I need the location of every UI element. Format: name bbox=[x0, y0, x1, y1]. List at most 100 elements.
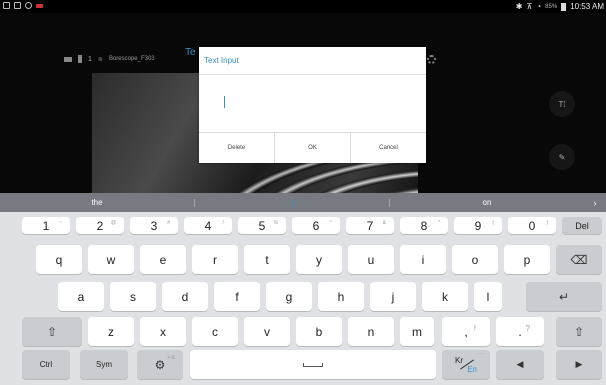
suggestion-caret bbox=[291, 198, 293, 207]
dialog-buttons: Delete OK Cancel bbox=[199, 133, 426, 163]
key-0[interactable]: 0) bbox=[508, 217, 556, 234]
key-label: 0 bbox=[528, 218, 536, 233]
enter-icon: ↵ bbox=[558, 289, 570, 304]
notification-icon bbox=[3, 2, 10, 9]
dialog-body bbox=[199, 75, 426, 133]
status-right-icons: ✱ ⊼ ◔ 85% 10:53 AM bbox=[516, 2, 604, 11]
key-sub-label: ( bbox=[492, 220, 494, 226]
home-row: a s d f g h j k l ↵ bbox=[0, 282, 606, 312]
key-p[interactable]: p bbox=[504, 245, 550, 274]
text-input-field[interactable] bbox=[223, 95, 403, 111]
key-label: 7 bbox=[366, 218, 374, 233]
space-icon bbox=[303, 362, 323, 367]
key-period[interactable]: .? bbox=[496, 317, 544, 346]
key-r[interactable]: r bbox=[192, 245, 238, 274]
ok-button[interactable]: OK bbox=[275, 133, 351, 163]
edit-button[interactable]: ✎ bbox=[549, 144, 575, 170]
dialog-title: Text Input bbox=[199, 47, 426, 75]
app-title: Te bbox=[185, 47, 196, 58]
number-row: 1 ~ 2 @ 3 # 4/ 5% 6 ^ 7 & 8 * 9( 0) Del bbox=[0, 217, 606, 247]
text-icon: T⁞ bbox=[558, 99, 566, 109]
delete-button[interactable]: Delete bbox=[199, 133, 275, 163]
key-d[interactable]: d bbox=[162, 282, 208, 311]
key-k[interactable]: k bbox=[422, 282, 468, 311]
key-t[interactable]: t bbox=[244, 245, 290, 274]
screen: { "status_bar": { "battery_percent": "85… bbox=[0, 0, 606, 385]
key-3[interactable]: 3 # bbox=[130, 217, 178, 234]
shift-left-button[interactable]: ⇧ bbox=[22, 317, 82, 346]
key-2[interactable]: 2 @ bbox=[76, 217, 124, 234]
cancel-button[interactable]: Cancel bbox=[351, 133, 426, 163]
key-n[interactable]: n bbox=[348, 317, 394, 346]
key-label: 6 bbox=[312, 218, 320, 233]
key-c[interactable]: c bbox=[192, 317, 238, 346]
suggestion-2[interactable] bbox=[195, 198, 389, 207]
key-w[interactable]: w bbox=[88, 245, 134, 274]
key-v[interactable]: v bbox=[244, 317, 290, 346]
key-z[interactable]: z bbox=[88, 317, 134, 346]
key-s[interactable]: s bbox=[110, 282, 156, 311]
key-f[interactable]: f bbox=[214, 282, 260, 311]
key-g[interactable]: g bbox=[266, 282, 312, 311]
key-sub-label: ) bbox=[546, 220, 548, 226]
key-h[interactable]: h bbox=[318, 282, 364, 311]
key-u[interactable]: u bbox=[348, 245, 394, 274]
shift-right-button[interactable]: ⇧ bbox=[556, 317, 602, 346]
suggestion-3[interactable]: on bbox=[390, 198, 584, 207]
image-icon bbox=[14, 2, 21, 9]
key-y[interactable]: y bbox=[296, 245, 342, 274]
key-m[interactable]: m bbox=[400, 317, 434, 346]
key-sub-label: ^ bbox=[329, 220, 332, 226]
ctrl-button[interactable]: Ctrl bbox=[22, 350, 70, 379]
cursor-left-button[interactable]: ◀ bbox=[496, 350, 544, 379]
key-sub-label: / bbox=[222, 220, 224, 226]
key-sub-label: & bbox=[382, 220, 386, 226]
device-label: Borescope_F303 bbox=[108, 56, 155, 62]
status-bar: ✱ ⊼ ◔ 85% 10:53 AM bbox=[0, 0, 606, 13]
key-x[interactable]: x bbox=[140, 317, 186, 346]
key-j[interactable]: j bbox=[370, 282, 416, 311]
chevron-right-icon[interactable]: › bbox=[584, 198, 606, 208]
language-icon: Kr En ··· bbox=[455, 351, 483, 374]
backspace-icon: ⌫ bbox=[570, 252, 588, 267]
key-label: 8 bbox=[420, 218, 428, 233]
key-6[interactable]: 6 ^ bbox=[292, 217, 340, 234]
function-row: Ctrl Sym ⚙ +-& Kr En ··· ◀ ▶ bbox=[0, 350, 606, 380]
key-1[interactable]: 1 ~ bbox=[22, 217, 70, 234]
key-label: 9 bbox=[474, 218, 482, 233]
text-tool-button[interactable]: T⁞ bbox=[549, 91, 575, 117]
lang-kr-label: Kr bbox=[455, 355, 463, 365]
key-o[interactable]: o bbox=[452, 245, 498, 274]
camera-icon bbox=[64, 56, 72, 62]
key-sub-label: ! bbox=[473, 324, 476, 333]
text-caret bbox=[224, 96, 225, 108]
key-e[interactable]: e bbox=[140, 245, 186, 274]
battery-percent: 85% bbox=[545, 3, 558, 10]
record-icon bbox=[36, 4, 43, 8]
del-button[interactable]: Del bbox=[562, 217, 602, 234]
key-q[interactable]: q bbox=[36, 245, 82, 274]
space-bar[interactable] bbox=[190, 350, 436, 379]
cursor-right-button[interactable]: ▶ bbox=[556, 350, 602, 379]
bluetooth-icon: ✱ bbox=[515, 2, 523, 11]
key-4[interactable]: 4/ bbox=[184, 217, 232, 234]
key-l[interactable]: l bbox=[474, 282, 502, 311]
sym-button[interactable]: Sym bbox=[80, 350, 128, 379]
key-sub-label: ? bbox=[525, 324, 530, 333]
key-7[interactable]: 7 & bbox=[346, 217, 394, 234]
key-b[interactable]: b bbox=[296, 317, 342, 346]
suggestion-1[interactable]: the bbox=[0, 198, 194, 207]
key-i[interactable]: i bbox=[400, 245, 446, 274]
settings-button[interactable]: ⚙ +-& bbox=[137, 350, 183, 379]
key-sub-label: ~ bbox=[59, 220, 62, 226]
key-a[interactable]: a bbox=[58, 282, 104, 311]
key-comma[interactable]: ,! bbox=[442, 317, 490, 346]
key-9[interactable]: 9( bbox=[454, 217, 502, 234]
gear-icon[interactable] bbox=[427, 55, 436, 64]
key-5[interactable]: 5% bbox=[238, 217, 286, 234]
key-8[interactable]: 8 * bbox=[400, 217, 448, 234]
suggestion-bar: the on › bbox=[0, 193, 606, 212]
backspace-button[interactable]: ⌫ bbox=[556, 245, 602, 274]
enter-button[interactable]: ↵ bbox=[526, 282, 602, 311]
language-toggle-button[interactable]: Kr En ··· bbox=[442, 350, 490, 379]
